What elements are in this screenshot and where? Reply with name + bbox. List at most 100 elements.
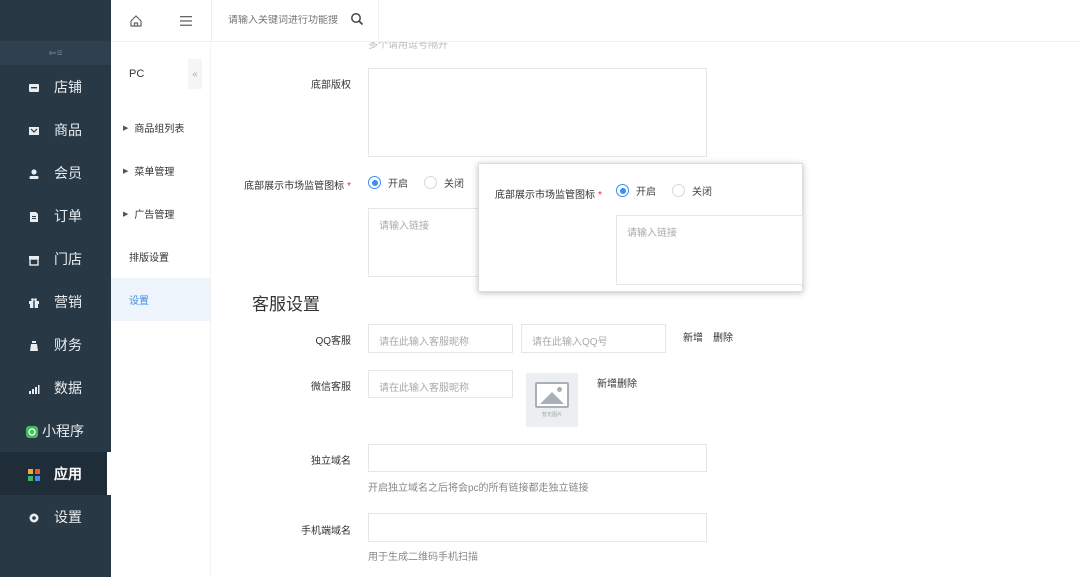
sidebar-item-label: 营销 [54,293,82,310]
clipped-hint: 多个请用逗号隔开 [368,42,448,51]
chevron-left-icon[interactable]: « [188,59,202,89]
market-icon-radio-group: 开启 关闭 [368,175,480,190]
order-icon [28,210,40,222]
copyright-textarea[interactable] [368,68,707,157]
required-mark: * [347,181,351,192]
no-image-caption: 暂无图片 [541,412,562,418]
radio-dot-on [616,184,629,197]
search-icon[interactable] [350,12,364,30]
wechat-add-link[interactable]: 新增 [597,375,617,390]
top-bar [111,0,1080,42]
qq-num-placeholder: 请在此输入QQ号 [532,337,608,348]
domain-input[interactable] [368,444,707,472]
popup-link-input[interactable]: 请输入链接 [616,215,803,285]
sidebar-item-marketing[interactable]: 营销 [0,280,111,323]
popup-radio-off[interactable]: 关闭 [672,183,712,198]
sidebar-item-data[interactable]: 数据 [0,366,111,409]
radio-dot-on [368,176,381,189]
mobile-domain-input[interactable] [368,513,707,542]
mobile-label-text: 手机端域名 [301,526,351,537]
wechat-label: 微信客服 [221,378,351,393]
qq-add-link[interactable]: 新增 [683,329,703,344]
sidebar-item-miniprogram[interactable]: 小程序 [0,409,111,452]
goods-icon [28,124,40,136]
home-icon[interactable] [111,0,161,42]
sidebar-item-member[interactable]: 会员 [0,151,111,194]
subnav-item-label: 排版设置 [129,253,169,264]
sidebar-item-settings[interactable]: 设置 [0,495,111,538]
subnav-item-settings[interactable]: 设置 [111,278,210,321]
subnav-item-label: 商品组列表 [134,124,185,135]
sidebar-item-label: 数据 [54,379,82,396]
qq-label: QQ客服 [221,332,351,347]
market-icon-label-text: 底部展示市场监管图标 [244,181,345,192]
subnav-title: PC [129,68,145,80]
subnav-item-layout[interactable]: 排版设置 [111,235,210,278]
zoom-popup: 底部展示市场监管图标 * 开启 关闭 请输入链接 [478,163,803,292]
store-icon [28,81,40,93]
subnav-item-menu[interactable]: ▶ 菜单管理 [111,149,210,192]
domain-label: 独立域名 [221,452,351,467]
chart-icon [28,382,40,394]
gift-icon [28,296,40,308]
popup-link-placeholder: 请输入链接 [627,228,677,239]
sub-sidebar: PC « ▶ 商品组列表 ▶ 菜单管理 ▶ 广告管理 排版设置 设置 [111,42,211,577]
sidebar-item-order[interactable]: 订单 [0,194,111,237]
wechat-nickname-input[interactable]: 请在此输入客服昵称 [368,370,513,398]
search-box [212,0,379,42]
radio-off[interactable]: 关闭 [424,175,464,190]
sidebar-item-goods[interactable]: 商品 [0,108,111,151]
qq-number-input[interactable]: 请在此输入QQ号 [521,324,666,353]
popup-radio-on[interactable]: 开启 [616,183,656,198]
sidebar-item-shop[interactable]: 门店 [0,237,111,280]
search-input[interactable] [228,15,346,26]
radio-on[interactable]: 开启 [368,175,408,190]
sidebar-item-finance[interactable]: 财务 [0,323,111,366]
caret-right-icon: ▶ [123,167,129,175]
market-icon-label: 底部展示市场监管图标 * [221,177,351,192]
subnav-header: PC « [111,42,210,106]
service-section-title: 客服设置 [252,295,320,314]
radio-dot-off [672,184,685,197]
main-content: 多个请用逗号隔开 底部版权 底部展示市场监管图标 * 开启 关闭 请输入链接 客服… [212,42,1080,577]
qq-nickname-input[interactable]: 请在此输入客服昵称 [368,324,513,353]
mobile-domain-label: 手机端域名 [221,522,351,537]
miniprogram-icon [26,425,38,438]
sidebar-item-apps[interactable]: 应用 [0,452,111,495]
domain-label-text: 独立域名 [311,456,351,467]
popup-radio-on-label: 开启 [636,187,656,198]
popup-label: 底部展示市场监管图标 * [495,186,602,201]
member-icon [28,167,40,179]
qq-delete-link[interactable]: 删除 [713,329,733,344]
sidebar-item-store[interactable]: 店铺 [0,65,111,108]
subnav-item-ads[interactable]: ▶ 广告管理 [111,192,210,235]
popup-radio-group: 开启 关闭 [616,183,728,198]
radio-on-label: 开启 [388,179,408,190]
subnav-item-goods-group[interactable]: ▶ 商品组列表 [111,106,210,149]
subnav-item-label: 菜单管理 [134,167,175,178]
subnav-item-label: 广告管理 [134,210,175,221]
wechat-nick-placeholder: 请在此输入客服昵称 [379,383,469,394]
brand-area [0,0,111,41]
sidebar-item-label: 门店 [54,250,82,267]
copyright-label-text: 底部版权 [311,80,351,91]
popup-radio-off-label: 关闭 [692,187,712,198]
sidebar-item-label: 财务 [54,336,82,353]
qq-nick-placeholder: 请在此输入客服昵称 [379,337,469,348]
apps-icon [28,468,40,481]
mobile-domain-hint: 用于生成二维码手机扫描 [368,552,478,563]
shop-icon [28,253,40,266]
wechat-delete-link[interactable]: 删除 [617,375,637,390]
sidebar-item-label: 应用 [54,465,82,482]
collapse-icon[interactable]: ⇐≡ [0,41,111,65]
menu-icon[interactable] [161,0,211,42]
image-placeholder-icon [535,382,569,408]
wechat-qr-upload[interactable]: 暂无图片 [526,373,578,427]
gear-icon [28,511,40,523]
sidebar-item-label: 店铺 [54,78,82,95]
finance-icon [28,339,40,351]
radio-dot-off [424,176,437,189]
subnav-item-label: 设置 [129,296,149,307]
caret-right-icon: ▶ [123,210,129,218]
main-sidebar: ⇐≡ 店铺 商品 会员 订单 门店 营销 财务 数据 小程序 应用 设置 [0,0,111,577]
